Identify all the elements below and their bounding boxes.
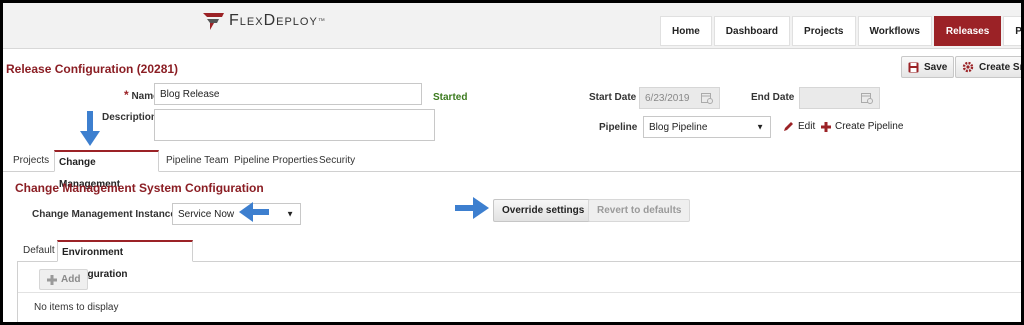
page-title: Release Configuration (20281) <box>6 62 179 76</box>
create-pipeline-link[interactable]: Create Pipeline <box>821 121 903 132</box>
main-nav: Home Dashboard Projects Workflows Releas… <box>660 16 1021 46</box>
nav-home[interactable]: Home <box>660 16 712 46</box>
empty-table-message: No items to display <box>34 302 119 313</box>
override-settings-button[interactable]: Override settings <box>493 199 594 222</box>
brand-trademark: ™ <box>317 17 325 25</box>
cms-subtabs: Default Environment Configuration <box>17 240 1021 280</box>
arrow-right-icon <box>455 197 489 219</box>
tab-security[interactable]: Security <box>315 150 359 172</box>
edit-label: Edit <box>798 121 816 132</box>
save-label: Save <box>924 61 948 73</box>
cms-instance-select[interactable]: Service Now ▼ <box>172 203 301 225</box>
gear-icon <box>962 61 974 73</box>
nav-projects[interactable]: Projects <box>792 16 856 46</box>
nav-pipelines[interactable]: Pipelines <box>1003 16 1021 46</box>
revert-to-defaults-button[interactable]: Revert to defaults <box>588 199 691 222</box>
flexdeploy-logo-icon <box>203 13 224 30</box>
section-title: Change Management System Configuration <box>15 181 264 195</box>
divider <box>18 292 1021 293</box>
flexdeploy-logo[interactable]: FlexDeploy ™ <box>201 11 325 31</box>
tab-pipeline-team[interactable]: Pipeline Team <box>162 150 233 172</box>
create-snapshot-button[interactable]: Create Sn <box>955 56 1021 78</box>
end-date-input[interactable] <box>799 87 880 109</box>
description-textarea[interactable] <box>154 109 435 141</box>
tab-pipeline-properties[interactable]: Pipeline Properties <box>230 150 322 172</box>
subtab-default[interactable]: Default <box>19 240 59 262</box>
add-button[interactable]: Add <box>39 269 89 290</box>
brand-name: FlexDeploy <box>229 12 318 29</box>
plus-icon <box>47 274 57 285</box>
nav-dashboard[interactable]: Dashboard <box>713 16 791 46</box>
pipeline-select[interactable]: Blog Pipeline ▼ <box>643 116 771 138</box>
add-label: Add <box>61 274 81 285</box>
subtab-environment-configuration[interactable]: Environment Configuration <box>57 240 193 280</box>
chevron-down-icon: ▼ <box>286 209 294 219</box>
name-input[interactable]: Blog Release <box>154 83 422 105</box>
pipeline-select-value: Blog Pipeline <box>649 121 708 133</box>
save-button[interactable]: Save <box>901 56 955 78</box>
plus-icon <box>821 121 831 132</box>
edit-pipeline-link[interactable]: Edit <box>783 121 815 132</box>
start-date-label: Start Date <box>589 92 637 103</box>
nav-releases[interactable]: Releases <box>933 16 1002 46</box>
calendar-icon[interactable] <box>701 92 713 104</box>
pipeline-label: Pipeline <box>599 122 638 133</box>
calendar-icon[interactable] <box>861 92 873 104</box>
cms-instance-label: Change Management Instance <box>32 209 176 220</box>
nav-workflows[interactable]: Workflows <box>857 16 932 46</box>
pencil-icon <box>784 122 793 131</box>
start-date-input[interactable]: 6/23/2019 <box>639 87 720 109</box>
header: FlexDeploy ™ Home Dashboard Projects Work… <box>3 3 1021 49</box>
tab-projects[interactable]: Projects <box>9 150 53 172</box>
app-window: FlexDeploy ™ Home Dashboard Projects Work… <box>3 3 1021 322</box>
name-input-value: Blog Release <box>160 88 220 100</box>
release-status: Started <box>433 92 468 103</box>
arrow-down-icon <box>80 111 100 146</box>
tab-change-management[interactable]: Change Management <box>54 150 159 190</box>
description-label: Description <box>102 112 158 123</box>
arrow-left-icon <box>239 202 269 222</box>
cms-instance-value: Service Now <box>178 208 235 220</box>
create-pipeline-label: Create Pipeline <box>835 121 904 132</box>
create-snapshot-label: Create Sn <box>979 61 1021 73</box>
chevron-down-icon: ▼ <box>756 122 764 132</box>
end-date-label: End Date <box>751 92 795 103</box>
save-icon <box>908 62 919 72</box>
release-tabs: Projects Change Management Pipeline Team… <box>3 150 1021 190</box>
start-date-value: 6/23/2019 <box>645 92 690 104</box>
required-marker: * <box>124 88 129 102</box>
